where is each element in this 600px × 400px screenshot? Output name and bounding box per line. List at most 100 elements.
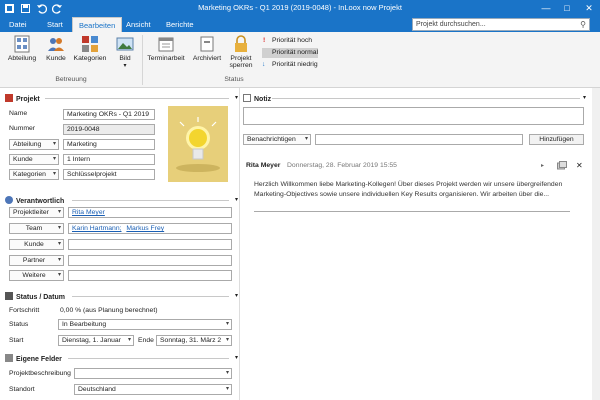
weitere-field[interactable] bbox=[68, 270, 232, 281]
project-image[interactable] bbox=[168, 106, 228, 182]
name-field[interactable]: Marketing OKRs - Q1 2019 bbox=[63, 109, 155, 120]
priority-low-button[interactable]: ↓ Priorität niedrig bbox=[262, 60, 318, 70]
calendar-icon bbox=[157, 35, 175, 53]
kunde-person-label: Kunde bbox=[24, 241, 44, 248]
end-date-picker[interactable]: Sonntag, 31. März 2 ▾ bbox=[156, 335, 232, 346]
collapse-icon[interactable]: ▾ bbox=[583, 94, 586, 101]
kategorien-select-label: Kategorien bbox=[13, 171, 46, 178]
search-input[interactable]: Projekt durchsuchen... ⚲ bbox=[412, 18, 590, 31]
scrollbar[interactable] bbox=[592, 88, 600, 400]
tab-berichte[interactable]: Berichte bbox=[160, 17, 200, 32]
bild-button[interactable]: Bild ▾ bbox=[112, 35, 138, 69]
note-input[interactable] bbox=[243, 107, 584, 125]
bild-dropdown-icon: ▾ bbox=[123, 63, 127, 69]
project-form: Projekt ▾ Name Marketing OKRs - Q1 2019 … bbox=[0, 88, 600, 400]
search-icon[interactable]: ⚲ bbox=[580, 19, 586, 30]
chevron-down-icon: ▾ bbox=[225, 370, 229, 376]
abteilung-button[interactable]: Abteilung bbox=[4, 35, 40, 62]
projektleiter-link[interactable]: Rita Meyer bbox=[72, 209, 105, 216]
team-member-link[interactable]: Markus Frey bbox=[126, 225, 164, 232]
kunde-select-button[interactable]: Kunde ▾ bbox=[9, 154, 59, 165]
expand-icon[interactable]: ▸ bbox=[541, 162, 544, 169]
partner-field[interactable] bbox=[68, 255, 232, 266]
weitere-select-button[interactable]: Weitere ▾ bbox=[9, 270, 64, 281]
priority-low-label: Priorität niedrig bbox=[272, 61, 318, 68]
title-bar: Marketing OKRs - Q1 2019 (2019-0048) - I… bbox=[0, 0, 600, 17]
collapse-icon[interactable]: ▾ bbox=[235, 292, 238, 299]
kategorien-field[interactable]: Schlüsselprojekt bbox=[63, 169, 155, 180]
close-icon[interactable]: ✕ bbox=[579, 0, 599, 17]
chevron-down-icon: ▾ bbox=[304, 136, 308, 142]
chevron-down-icon: ▾ bbox=[225, 321, 229, 327]
chevron-down-icon: ▾ bbox=[225, 386, 229, 392]
window-title: Marketing OKRs - Q1 2019 (2019-0048) - I… bbox=[198, 3, 402, 12]
team-member-link[interactable]: Karin Hartmann; bbox=[72, 225, 122, 232]
pane-divider bbox=[239, 88, 240, 400]
abteilung-select-button[interactable]: Abteilung ▾ bbox=[9, 139, 59, 150]
kunde-person-field[interactable] bbox=[68, 239, 232, 250]
abteilung-select-label: Abteilung bbox=[13, 141, 42, 148]
maximize-icon[interactable]: □ bbox=[557, 0, 577, 17]
chevron-down-icon: ▾ bbox=[57, 257, 61, 263]
team-select-button[interactable]: Team ▾ bbox=[9, 223, 64, 234]
chevron-down-icon: ▾ bbox=[57, 241, 61, 247]
projekt-section-icon bbox=[5, 94, 13, 102]
collapse-icon[interactable]: ▾ bbox=[235, 196, 238, 203]
projektleiter-field[interactable]: Rita Meyer bbox=[68, 207, 232, 218]
tab-ansicht[interactable]: Ansicht bbox=[120, 17, 157, 32]
fields-icon bbox=[5, 354, 13, 362]
archiviert-button[interactable]: Archiviert bbox=[190, 35, 224, 62]
projektleiter-select-button[interactable]: Projektleiter ▾ bbox=[9, 207, 64, 218]
kategorien-label: Kategorien bbox=[73, 55, 107, 62]
kategorien-select-button[interactable]: Kategorien ▾ bbox=[9, 169, 59, 180]
kunde-person-select-button[interactable]: Kunde ▾ bbox=[9, 239, 64, 250]
note-text: Herzlich Willkommen liebe Marketing-Koll… bbox=[254, 181, 563, 198]
terminarbeit-button[interactable]: Terminarbeit bbox=[146, 35, 186, 62]
name-label: Name bbox=[9, 110, 28, 117]
kunde-button[interactable]: Kunde bbox=[42, 35, 70, 62]
partner-select-button[interactable]: Partner ▾ bbox=[9, 255, 64, 266]
chevron-down-icon: ▾ bbox=[57, 272, 61, 278]
notify-recipients-field[interactable] bbox=[315, 134, 523, 145]
start-date-value: Dienstag, 1. Januar bbox=[62, 337, 121, 344]
start-date-picker[interactable]: Dienstag, 1. Januar ▾ bbox=[58, 335, 134, 346]
standort-value: Deutschland bbox=[78, 386, 116, 393]
tab-datei[interactable]: Datei bbox=[3, 17, 33, 32]
note-separator bbox=[254, 211, 570, 212]
number-label: Nummer bbox=[9, 125, 36, 132]
projektleiter-label: Projektleiter bbox=[13, 209, 49, 216]
people-icon bbox=[47, 35, 65, 53]
chevron-down-icon: ▾ bbox=[127, 337, 131, 343]
abteilung-field[interactable]: Marketing bbox=[63, 139, 155, 150]
priority-normal-label: Priorität normal bbox=[272, 49, 319, 56]
attachment-icon[interactable] bbox=[557, 161, 567, 172]
priority-normal-button[interactable]: Priorität normal bbox=[262, 48, 319, 58]
projekt-sperren-button[interactable]: Projekt sperren bbox=[226, 35, 256, 69]
arrow-down-icon: ↓ bbox=[262, 61, 266, 68]
hinzufuegen-button[interactable]: Hinzufügen bbox=[529, 134, 584, 145]
close-icon[interactable]: ✕ bbox=[576, 161, 583, 170]
minimize-icon[interactable]: — bbox=[536, 0, 556, 17]
collapse-icon[interactable]: ▾ bbox=[235, 94, 238, 101]
status-select[interactable]: In Bearbeitung ▾ bbox=[58, 319, 232, 330]
status-label: Status bbox=[9, 321, 29, 328]
benachrichtigen-button[interactable]: Benachrichtigen ▾ bbox=[243, 134, 311, 145]
ribbon-separator bbox=[142, 35, 143, 85]
projekt-header: Projekt bbox=[16, 96, 40, 103]
kunde-select-label: Kunde bbox=[13, 156, 33, 163]
team-field[interactable]: Karin Hartmann; Markus Frey bbox=[68, 223, 232, 234]
kunde-field[interactable]: 1 Intern bbox=[63, 154, 155, 165]
standort-select[interactable]: Deutschland ▾ bbox=[74, 384, 232, 395]
number-field: 2019-0048 bbox=[63, 124, 155, 135]
archive-icon bbox=[198, 35, 216, 53]
exclamation-icon: ! bbox=[263, 37, 266, 44]
search-placeholder: Projekt durchsuchen... bbox=[416, 21, 486, 28]
tab-start[interactable]: Start bbox=[41, 17, 69, 32]
priority-high-button[interactable]: ! Priorität hoch bbox=[262, 36, 312, 46]
tab-bearbeiten[interactable]: Bearbeiten bbox=[72, 17, 123, 32]
note-author: Rita Meyer bbox=[246, 162, 281, 169]
kategorien-button[interactable]: Kategorien bbox=[72, 35, 108, 62]
chevron-down-icon: ▾ bbox=[57, 209, 61, 215]
collapse-icon[interactable]: ▾ bbox=[235, 354, 238, 361]
projektbeschreibung-select[interactable]: ▾ bbox=[74, 368, 232, 379]
